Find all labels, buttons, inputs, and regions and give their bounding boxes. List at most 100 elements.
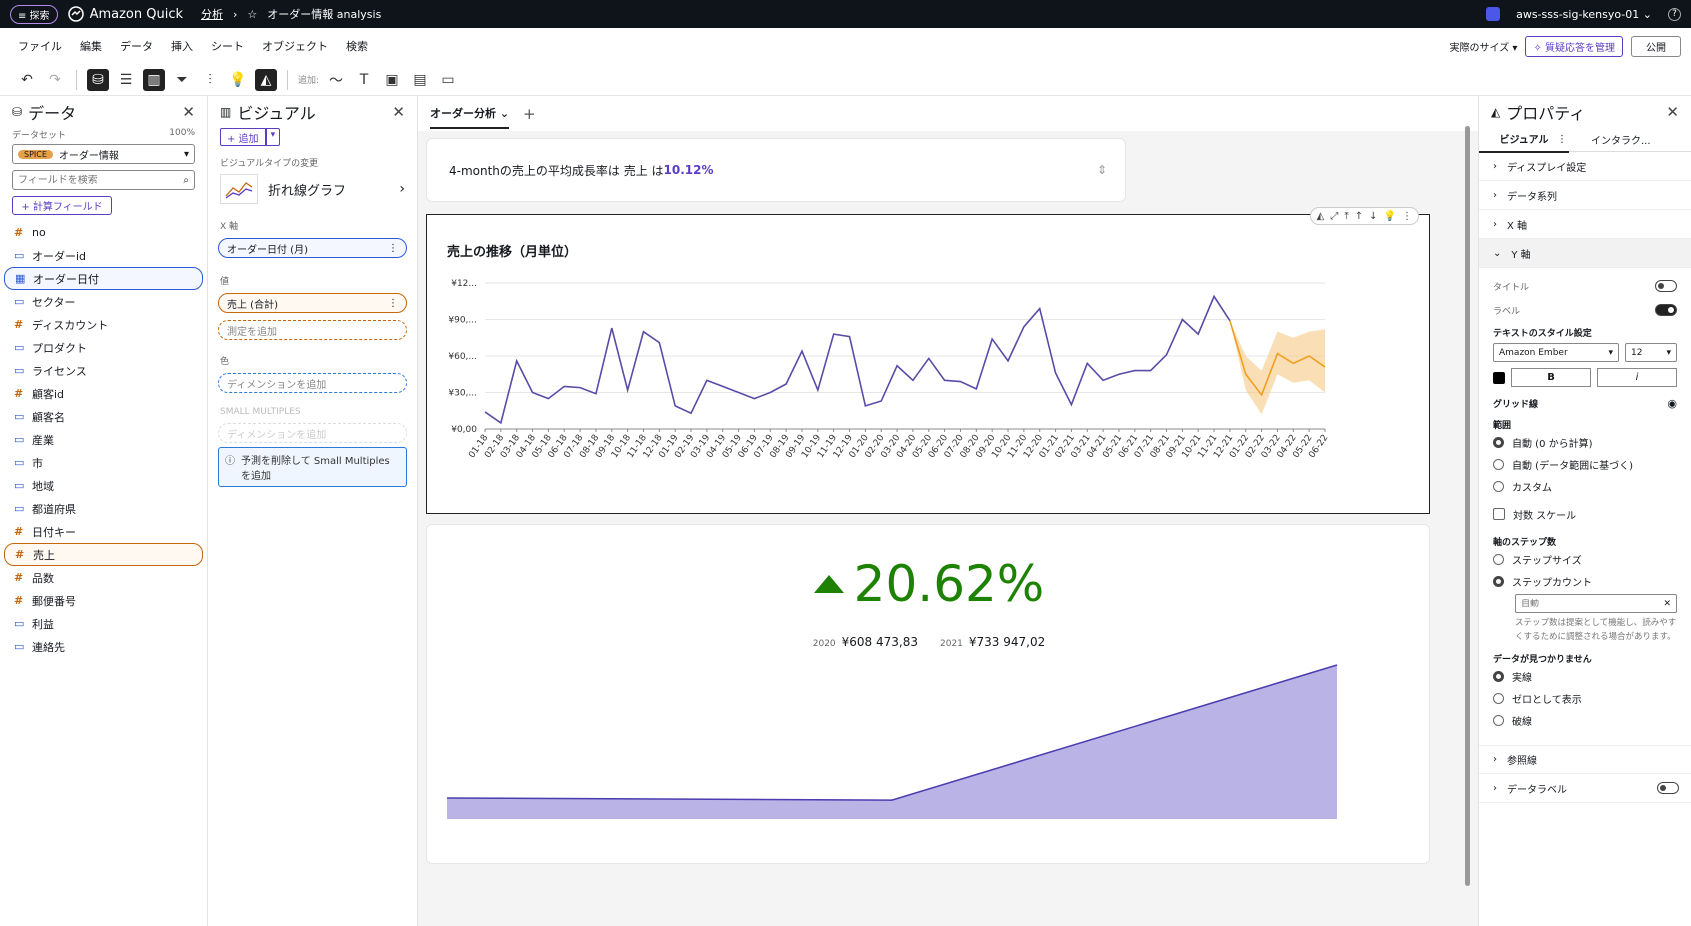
breadcrumb-analysis-link[interactable]: 分析 xyxy=(201,6,223,22)
field-search-input[interactable] xyxy=(18,174,184,186)
field-item[interactable]: # 品数 xyxy=(0,566,207,589)
close-icon[interactable]: ✕ xyxy=(1666,103,1679,121)
field-item[interactable]: # no xyxy=(0,221,207,244)
manage-qa-button[interactable]: ✧ 質疑応答を管理 xyxy=(1525,35,1623,57)
field-item[interactable]: # 日付キー xyxy=(0,520,207,543)
tab-visual[interactable]: ビジュアル xyxy=(1479,126,1569,153)
close-icon[interactable]: ✕ xyxy=(392,103,405,121)
menu-sheet[interactable]: シート xyxy=(211,38,244,54)
field-item[interactable]: ▭ 顧客名 xyxy=(0,405,207,428)
filter-icon[interactable]: ⏷ xyxy=(171,69,193,91)
field-item[interactable]: ▭ セクター xyxy=(0,290,207,313)
hex-logo-icon[interactable] xyxy=(1486,7,1501,21)
section-reference-lines[interactable]: › 参照線 xyxy=(1479,745,1691,774)
section-x-axis[interactable]: › X 軸 xyxy=(1479,210,1691,239)
data-labels-toggle[interactable] xyxy=(1657,782,1679,794)
more-icon[interactable]: ⋮ xyxy=(388,243,398,254)
step-size-option[interactable]: ステップサイズ xyxy=(1479,548,1691,570)
visual-type-selector[interactable]: 折れ線グラフ › xyxy=(220,173,405,205)
menu-object[interactable]: オブジェクト xyxy=(262,38,328,54)
field-search[interactable]: ⌕ xyxy=(12,170,195,190)
section-y-axis[interactable]: ⌄ Y 軸 xyxy=(1479,239,1691,268)
missing-zero-option[interactable]: ゼロとして表示 xyxy=(1479,687,1691,709)
field-item[interactable]: ▭ 市 xyxy=(0,451,207,474)
help-icon[interactable]: ? xyxy=(1668,7,1681,21)
star-icon[interactable]: ☆ xyxy=(247,8,257,21)
visual-panel-icon[interactable]: ▥ xyxy=(143,68,165,91)
tab-interactions[interactable]: インタラク... xyxy=(1591,132,1651,147)
range-option-auto-data[interactable]: 自動 (データ範囲に基づく) xyxy=(1479,453,1691,475)
range-option-custom[interactable]: カスタム xyxy=(1479,475,1691,497)
add-text-icon[interactable]: T xyxy=(353,69,375,91)
field-item[interactable]: ▭ 利益 xyxy=(0,612,207,635)
caret-down-icon[interactable]: ▾ xyxy=(265,128,281,146)
menu-search[interactable]: 検索 xyxy=(346,38,368,54)
line-chart-visual[interactable]: ◭ ⤢ ⤒ ↑ ↓ 💡 ⋮ 売上の推移（月単位） ¥0,00 ¥30,... ¥60… xyxy=(426,207,1430,515)
field-item[interactable]: # 郵便番号 xyxy=(0,589,207,612)
more-icon[interactable]: ⋮ xyxy=(388,298,398,309)
sort-icon[interactable]: ⇕ xyxy=(1097,163,1107,177)
menu-data[interactable]: データ xyxy=(120,38,153,54)
italic-button[interactable]: i xyxy=(1597,368,1677,387)
controls-icon[interactable]: ⫶ xyxy=(199,69,221,91)
add-visual-button[interactable]: + 追加 xyxy=(220,128,266,146)
field-item[interactable]: # 売上 xyxy=(4,543,203,566)
field-item[interactable]: ▦ オーダー日付 xyxy=(4,267,203,290)
menu-edit[interactable]: 編集 xyxy=(80,38,102,54)
publish-button[interactable]: 公開 xyxy=(1631,35,1681,57)
missing-dashed-option[interactable]: 破線 xyxy=(1479,709,1691,731)
menu-file[interactable]: ファイル xyxy=(18,38,62,54)
list-icon[interactable]: ☰ xyxy=(115,69,137,91)
sheet-tab[interactable]: オーダー分析 ⌄ xyxy=(430,99,510,129)
insight-card[interactable]: 4-monthの売上の平均成長率は 売上 は 10.12% ⇕ xyxy=(426,138,1126,202)
data-panel-icon[interactable]: ⛁ xyxy=(87,68,109,91)
x-axis-field-well[interactable]: オーダー日付 (月) ⋮ xyxy=(218,238,407,258)
field-item[interactable]: ▭ 地域 xyxy=(0,474,207,497)
range-option-auto-zero[interactable]: 自動 (0 から計算) xyxy=(1479,431,1691,453)
field-item[interactable]: ▭ 都道府県 xyxy=(0,497,207,520)
insight-icon[interactable]: 💡 xyxy=(227,69,249,91)
font-color-swatch[interactable] xyxy=(1493,371,1505,384)
app-logo[interactable]: Amazon Quick xyxy=(67,6,183,22)
add-color-dimension-well[interactable]: ディメンションを追加 xyxy=(218,373,407,393)
font-size-select[interactable]: 12 ▾ xyxy=(1625,343,1677,362)
calc-field-button[interactable]: + 計算フィールド xyxy=(12,196,112,215)
value-field-well[interactable]: 売上 (合計) ⋮ xyxy=(218,293,407,313)
step-count-option[interactable]: ステップカウント xyxy=(1479,570,1691,592)
clear-icon[interactable]: ✕ xyxy=(1663,599,1671,609)
size-dropdown[interactable]: 実際のサイズ ▾ xyxy=(1450,39,1518,54)
field-item[interactable]: # 顧客id xyxy=(0,382,207,405)
add-sheet-button[interactable]: + xyxy=(523,105,536,123)
field-item[interactable]: ▭ オーダーid xyxy=(0,244,207,267)
line-chart[interactable]: ¥0,00¥30,...¥60,...¥90,...¥12...01-1802-… xyxy=(427,215,1427,515)
search-icon[interactable]: ⌕ xyxy=(183,175,189,186)
bold-button[interactable]: B xyxy=(1511,368,1591,387)
section-data-series[interactable]: › データ系列 xyxy=(1479,181,1691,210)
add-insight-icon[interactable]: ▤ xyxy=(409,69,431,91)
field-item[interactable]: ▭ 連絡先 xyxy=(0,635,207,658)
account-menu[interactable]: aws-sss-sig-kensyo-01 ⌄ xyxy=(1516,8,1652,21)
title-toggle[interactable] xyxy=(1655,280,1677,292)
explore-button[interactable]: ≡ 探索 xyxy=(10,4,58,24)
missing-solid-option[interactable]: 実線 xyxy=(1479,665,1691,687)
add-measure-well[interactable]: 測定を追加 xyxy=(218,320,407,340)
add-visual-icon[interactable]: 〜 xyxy=(325,69,347,91)
section-data-labels[interactable]: › データラベル xyxy=(1479,774,1691,803)
add-image-icon[interactable]: ▣ xyxy=(381,69,403,91)
step-count-input[interactable]: ✕ xyxy=(1515,594,1677,613)
field-item[interactable]: ▭ ライセンス xyxy=(0,359,207,382)
canvas-scrollbar[interactable] xyxy=(1465,126,1470,886)
font-select[interactable]: Amazon Ember ▾ xyxy=(1493,343,1619,362)
eye-icon[interactable]: ◉ xyxy=(1667,397,1677,410)
undo-icon[interactable]: ↶ xyxy=(16,69,38,91)
step-count-field[interactable] xyxy=(1521,598,1621,609)
section-display[interactable]: › ディスプレイ設定 xyxy=(1479,152,1691,181)
menu-insert[interactable]: 挿入 xyxy=(171,38,193,54)
field-item[interactable]: ▭ 産業 xyxy=(0,428,207,451)
field-item[interactable]: # ディスカウント xyxy=(0,313,207,336)
close-icon[interactable]: ✕ xyxy=(182,103,195,121)
kpi-visual[interactable]: 20.62% 2020 ¥608 473,83 2021 ¥733 947,02 xyxy=(426,524,1430,864)
dataset-select[interactable]: SPICE オーダー情報 ▾ xyxy=(12,144,195,164)
log-scale-checkbox[interactable]: 対数 スケール xyxy=(1479,503,1691,525)
label-toggle[interactable] xyxy=(1655,304,1677,316)
